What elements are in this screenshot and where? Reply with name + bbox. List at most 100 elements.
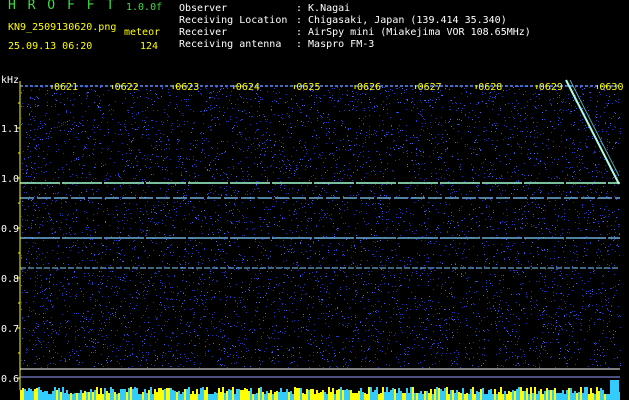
signal-bar — [204, 390, 206, 400]
signal-bar — [600, 388, 602, 400]
signal-bar — [106, 391, 108, 400]
signal-bar — [330, 392, 332, 400]
signal-bar — [224, 393, 226, 400]
y-unit-label: kHz — [1, 75, 19, 86]
signal-bar — [198, 394, 200, 400]
time-tick-label: 0625 — [296, 82, 320, 93]
signal-bar — [386, 387, 388, 400]
signal-bar — [236, 389, 238, 400]
signal-bar — [508, 391, 510, 400]
signal-bar — [350, 390, 352, 400]
signal-bar — [146, 393, 148, 400]
signal-bar — [562, 390, 564, 400]
time-tick-label: 0629 — [539, 82, 563, 93]
y-tick-label: 1.0 — [1, 174, 19, 185]
receiver-value: : AirSpy mini (Miakejima VOR 108.65MHz) — [296, 27, 531, 38]
signal-bar — [334, 394, 336, 400]
spectrogram-background — [0, 72, 629, 400]
signal-bar — [270, 390, 272, 400]
signal-bar — [404, 393, 406, 400]
signal-bar — [326, 394, 328, 400]
signal-bar — [422, 394, 424, 400]
observer-label: Observer — [179, 3, 228, 14]
file-name: KN9_2509130620.png — [8, 22, 117, 33]
signal-bar — [482, 388, 484, 400]
signal-bar — [108, 393, 110, 400]
signal-bar — [396, 393, 398, 400]
signal-bar — [254, 394, 256, 400]
signal-bar — [72, 394, 74, 400]
signal-bar — [356, 393, 358, 400]
signal-bar — [336, 390, 338, 400]
signal-bar — [304, 394, 306, 400]
signal-bar — [216, 393, 218, 400]
signal-bar — [488, 390, 490, 400]
signal-bar — [344, 390, 346, 400]
signal-bar — [380, 393, 382, 400]
observer-value: : K.Nagai — [296, 3, 351, 14]
signal-bar — [558, 393, 560, 400]
signal-bar — [576, 393, 578, 400]
signal-bar — [150, 387, 152, 400]
signal-bar — [544, 391, 546, 400]
time-tick-label: 0622 — [115, 82, 139, 93]
signal-bar — [572, 393, 574, 400]
signal-bar — [582, 393, 584, 400]
signal-bar — [274, 392, 276, 400]
signal-bar — [456, 390, 458, 400]
signal-bar — [474, 394, 476, 400]
signal-bar — [420, 391, 422, 400]
signal-bar — [518, 387, 520, 400]
signal-bar — [84, 391, 86, 400]
signal-bar — [460, 393, 462, 400]
signal-bar — [218, 388, 220, 400]
signal-bar — [34, 389, 36, 400]
signal-bar — [100, 388, 102, 400]
signal-bar — [486, 394, 488, 400]
signal-bar — [292, 394, 294, 400]
signal-bar — [212, 394, 214, 400]
signal-bar — [76, 393, 78, 400]
signal-bar — [568, 388, 570, 400]
time-tick-label: 0624 — [236, 82, 260, 93]
signal-bar — [50, 394, 52, 400]
signal-bar — [296, 388, 298, 400]
signal-bar — [418, 393, 420, 400]
signal-bar — [548, 390, 550, 400]
signal-bar — [426, 391, 428, 400]
signal-bar — [556, 393, 558, 400]
signal-bar — [514, 391, 516, 400]
signal-bar — [378, 394, 380, 400]
signal-bar — [68, 394, 70, 400]
signal-bar — [66, 390, 68, 400]
signal-bar — [268, 393, 270, 400]
signal-bar — [400, 391, 402, 400]
signal-bar — [458, 392, 460, 400]
signal-bar — [58, 388, 60, 400]
signal-bar — [276, 391, 278, 400]
signal-bar — [62, 387, 64, 400]
signal-bar — [140, 394, 142, 400]
signal-bar — [388, 392, 390, 400]
signal-bar — [470, 389, 472, 400]
signal-bar — [86, 392, 88, 400]
signal-bar — [104, 388, 106, 400]
signal-bar — [480, 389, 482, 400]
signal-bar — [310, 389, 312, 400]
signal-bar — [408, 393, 410, 400]
signal-bar — [452, 390, 454, 400]
app-title: H R O F F T — [8, 0, 117, 13]
signal-bar — [180, 394, 182, 400]
signal-bar — [602, 390, 604, 400]
signal-bar — [132, 389, 134, 400]
signal-bar — [510, 392, 512, 400]
signal-bar — [520, 387, 522, 400]
signal-bar — [598, 391, 600, 400]
signal-bar — [468, 394, 470, 400]
signal-bar — [70, 393, 72, 400]
signal-bar — [372, 392, 374, 400]
signal-bar — [60, 392, 62, 400]
signal-bar — [596, 387, 598, 400]
signal-bar — [584, 387, 586, 400]
signal-bar — [208, 394, 210, 400]
